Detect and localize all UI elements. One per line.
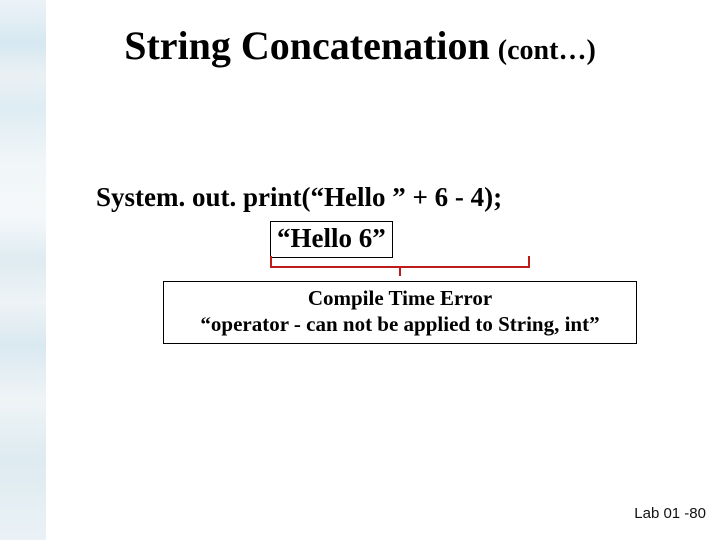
slide-title: String Concatenation (cont…) [0,22,720,69]
slide-number: Lab 01 -80 [634,505,706,522]
intermediate-result-box: “Hello 6” [270,221,393,258]
error-title: Compile Time Error [170,285,630,311]
code-line: System. out. print(“Hello ” + 6 - 4); [96,182,502,213]
title-main: String Concatenation [124,23,490,68]
title-sub: (cont…) [498,35,596,66]
slide: String Concatenation (cont…) System. out… [0,0,720,540]
error-box: Compile Time Error “operator - can not b… [163,281,637,344]
grouping-bracket [270,256,530,278]
intermediate-result-text: “Hello 6” [277,223,386,253]
error-message: “operator - can not be applied to String… [170,311,630,337]
